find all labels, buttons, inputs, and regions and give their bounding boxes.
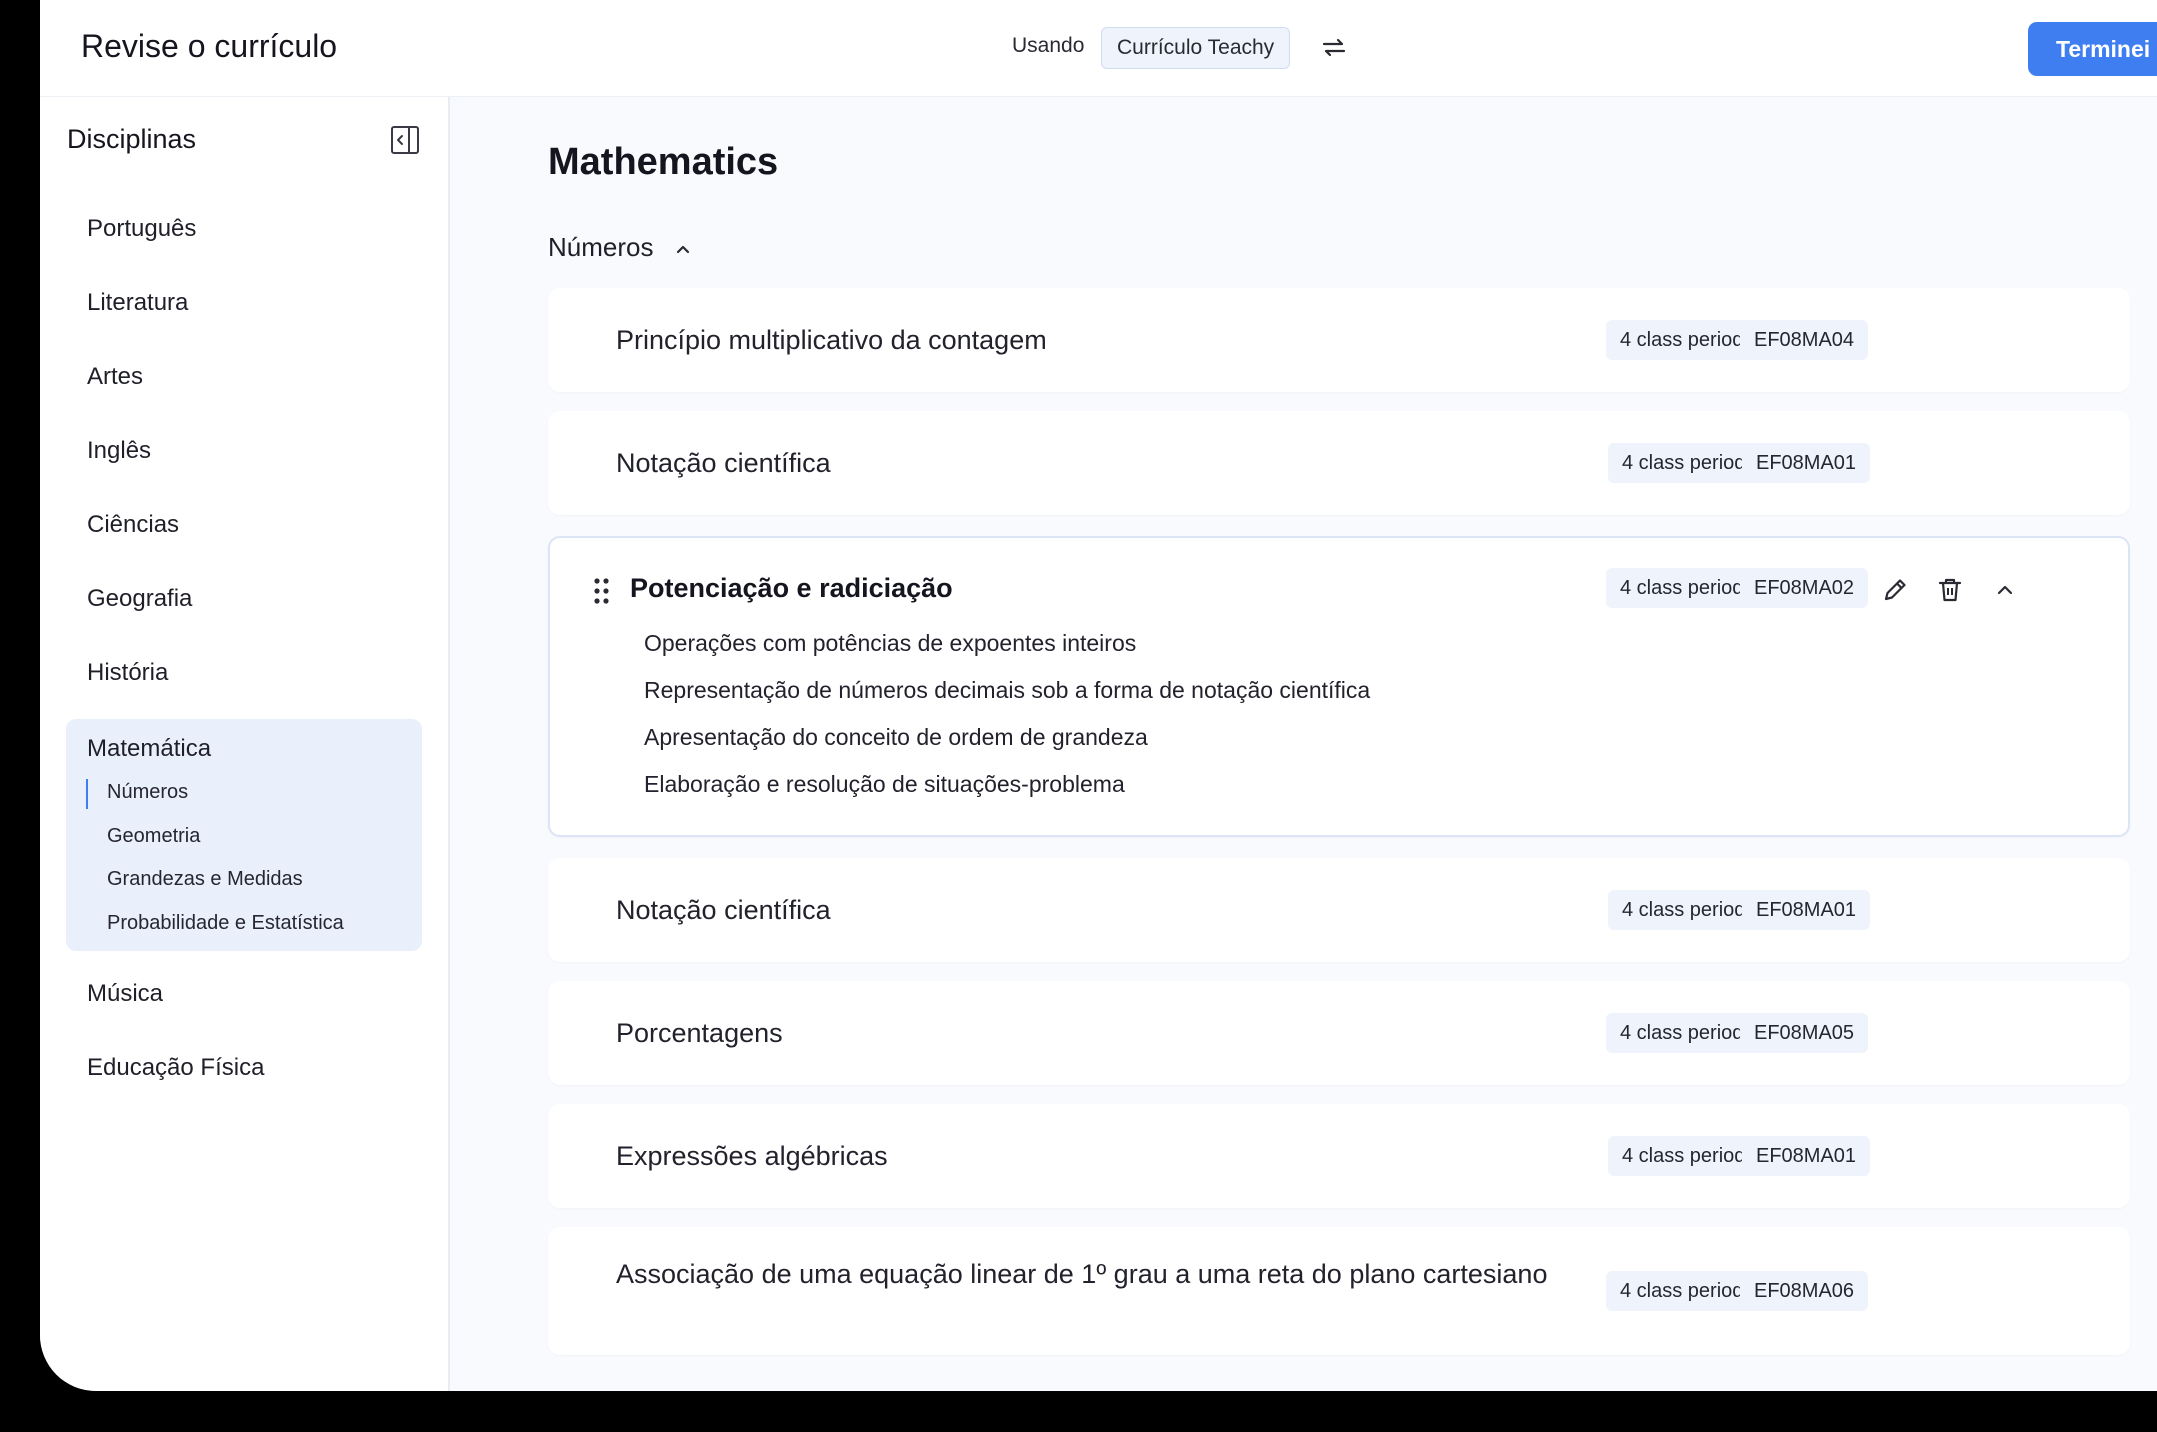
sidebar-subitem-numeros[interactable]: Números [107, 781, 188, 804]
topic-card-expanded[interactable]: Potenciação e radiciação 4 class periods… [548, 536, 2130, 837]
code-badge: EF08MA04 [1740, 320, 1869, 360]
code-badge: EF08MA06 [1740, 1271, 1869, 1311]
sidebar-item-matematica[interactable]: Matemática [87, 735, 211, 763]
subject-title: Mathematics [548, 141, 779, 183]
topic-card[interactable]: Notação científica 4 class periods EF08M… [548, 411, 2130, 515]
topic-card[interactable]: Associação de uma equação linear de 1º g… [548, 1227, 2130, 1355]
sidebar-subitem-grandezas[interactable]: Grandezas e Medidas [107, 868, 303, 891]
code-badge: EF08MA05 [1740, 1013, 1869, 1053]
drag-handle-icon[interactable] [592, 577, 612, 605]
sidebar-subitem-probabilidade[interactable]: Probabilidade e Estatística [107, 912, 344, 935]
sidebar-title: Disciplinas [67, 124, 197, 154]
sidebar-subitem-geometria[interactable]: Geometria [107, 825, 200, 848]
code-badge: EF08MA01 [1742, 443, 1871, 483]
subtopic-item: Apresentação do conceito de ordem de gra… [644, 724, 1148, 750]
top-bar: Revise o currículo Usando Currículo Teac… [40, 0, 2157, 97]
swap-arrows-icon[interactable] [1320, 34, 1348, 62]
topic-card[interactable]: Expressões algébricas 4 class periods EF… [548, 1104, 2130, 1208]
done-button[interactable]: Terminei [2028, 22, 2157, 76]
topic-title: Potenciação e radiciação [630, 573, 953, 603]
topic-title: Expressões algébricas [616, 1141, 888, 1171]
sidebar-item-ingles[interactable]: Inglês [87, 437, 151, 465]
sidebar-item-musica[interactable]: Música [87, 980, 163, 1008]
sidebar-item-educacao-fisica[interactable]: Educação Física [87, 1054, 264, 1082]
code-badge: EF08MA01 [1742, 890, 1871, 930]
chevron-up-icon [676, 246, 689, 254]
sidebar-item-portugues[interactable]: Português [87, 215, 196, 243]
collapse-sidebar-icon[interactable] [390, 125, 420, 155]
using-label: Usando [1012, 34, 1085, 57]
topic-card[interactable]: Princípio multiplicativo da contagem 4 c… [548, 288, 2130, 392]
sidebar-active-group: Matemática Números Geometria Grandezas e… [66, 719, 422, 951]
topic-title: Porcentagens [616, 1018, 783, 1048]
code-badge: EF08MA01 [1742, 1136, 1871, 1176]
topic-title: Princípio multiplicativo da contagem [616, 325, 1047, 355]
pencil-icon[interactable] [1880, 575, 1910, 605]
subtopic-item: Operações com potências de expoentes int… [644, 630, 1137, 656]
topic-card[interactable]: Porcentagens 4 class periods EF08MA05 [548, 981, 2130, 1085]
topic-title: Notação científica [616, 448, 831, 478]
app-window: Revise o currículo Usando Currículo Teac… [40, 0, 2157, 1391]
chevron-up-icon[interactable] [1990, 575, 2020, 605]
sidebar-item-artes[interactable]: Artes [87, 363, 143, 391]
main-content: Mathematics Números Princípio multiplica… [450, 97, 2157, 1391]
trash-icon[interactable] [1935, 575, 1965, 605]
section-toggle[interactable]: Números [548, 232, 691, 263]
page-title: Revise o currículo [81, 28, 338, 64]
topic-title: Associação de uma equação linear de 1º g… [616, 1259, 1548, 1289]
topic-title: Notação científica [616, 895, 831, 925]
sidebar: Disciplinas Português Literatura Artes I… [40, 97, 450, 1391]
code-badge: EF08MA02 [1740, 568, 1869, 608]
sidebar-item-geografia[interactable]: Geografia [87, 585, 192, 613]
topic-card[interactable]: Notação científica 4 class periods EF08M… [548, 858, 2130, 962]
sidebar-item-historia[interactable]: História [87, 659, 168, 687]
subtopic-item: Representação de números decimais sob a … [644, 677, 1371, 703]
curriculum-selector[interactable]: Currículo Teachy [1101, 27, 1291, 69]
sidebar-item-literatura[interactable]: Literatura [87, 289, 188, 317]
sidebar-item-ciencias[interactable]: Ciências [87, 511, 179, 539]
subtopic-item: Elaboração e resolução de situações-prob… [644, 771, 1125, 797]
section-title: Números [548, 232, 654, 262]
active-topic-marker [86, 779, 88, 809]
